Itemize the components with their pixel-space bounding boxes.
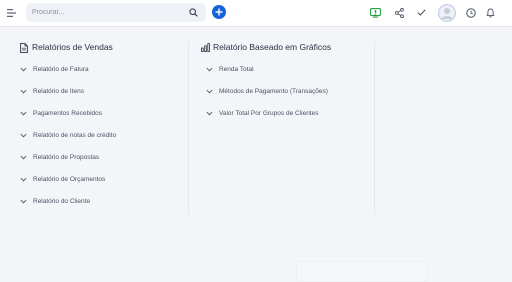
avatar-icon[interactable] xyxy=(438,4,456,22)
menu-icon[interactable] xyxy=(7,9,16,17)
sales-report-item-label: Relatório do Cliente xyxy=(33,197,91,205)
sales-report-item[interactable]: Relatório de notas de crédito xyxy=(20,129,116,141)
sales-report-item[interactable]: Relatório de Propostas xyxy=(20,151,99,163)
chevron-down-icon xyxy=(206,89,213,93)
top-navigation-bar xyxy=(0,0,512,27)
notification-toast xyxy=(296,261,428,282)
add-button[interactable] xyxy=(212,5,226,19)
sales-report-item-label: Relatório de Itens xyxy=(33,87,84,95)
chart-report-item[interactable]: Métodos de Pagamento (Transações) xyxy=(206,85,328,97)
chart-report-item[interactable]: Renda Total xyxy=(206,63,254,75)
chevron-down-icon xyxy=(20,67,27,71)
column-divider xyxy=(188,42,189,214)
share-icon[interactable] xyxy=(395,8,404,18)
chevron-down-icon xyxy=(206,111,213,115)
sales-report-item[interactable]: Relatório de Itens xyxy=(20,85,84,97)
screen-icon[interactable] xyxy=(370,8,381,18)
chevron-down-icon xyxy=(20,111,27,115)
sales-report-item-label: Relatório de Fatura xyxy=(33,65,89,73)
sales-reports-title: Relatórios de Vendas xyxy=(32,42,113,52)
chevron-down-icon xyxy=(20,133,27,137)
sales-report-item-label: Relatório de Orçamentos xyxy=(33,175,106,183)
chart-reports-title: Relatório Baseado em Gráficos xyxy=(213,42,332,52)
bar-chart-icon xyxy=(201,43,210,52)
sales-report-item-label: Relatório de notas de crédito xyxy=(33,131,117,139)
search-input[interactable] xyxy=(32,5,182,20)
plus-icon xyxy=(215,8,223,16)
chevron-down-icon xyxy=(20,177,27,181)
clock-icon[interactable] xyxy=(466,8,476,18)
search-icon[interactable] xyxy=(189,8,198,17)
check-icon[interactable] xyxy=(417,9,426,16)
sales-report-item[interactable]: Relatório de Orçamentos xyxy=(20,173,105,185)
sales-report-item[interactable]: Relatório de Fatura xyxy=(20,63,89,75)
sales-report-item[interactable]: Relatório do Cliente xyxy=(20,195,90,207)
chart-report-item-label: Valor Total Por Grupos de Clientes xyxy=(219,109,319,117)
chevron-down-icon xyxy=(206,67,213,71)
column-divider xyxy=(374,42,375,214)
chart-report-item-label: Métodos de Pagamento (Transações) xyxy=(219,87,328,95)
search-box xyxy=(26,3,206,22)
chart-report-item-label: Renda Total xyxy=(219,65,254,73)
bell-icon[interactable] xyxy=(486,8,495,18)
sales-report-item-label: Pagamentos Recebidos xyxy=(33,109,103,117)
document-icon xyxy=(20,43,28,53)
sales-report-item-label: Relatório de Propostas xyxy=(33,153,100,161)
sales-report-item[interactable]: Pagamentos Recebidos xyxy=(20,107,102,119)
chevron-down-icon xyxy=(20,89,27,93)
chevron-down-icon xyxy=(20,155,27,159)
chart-report-item[interactable]: Valor Total Por Grupos de Clientes xyxy=(206,107,318,119)
chevron-down-icon xyxy=(20,199,27,203)
